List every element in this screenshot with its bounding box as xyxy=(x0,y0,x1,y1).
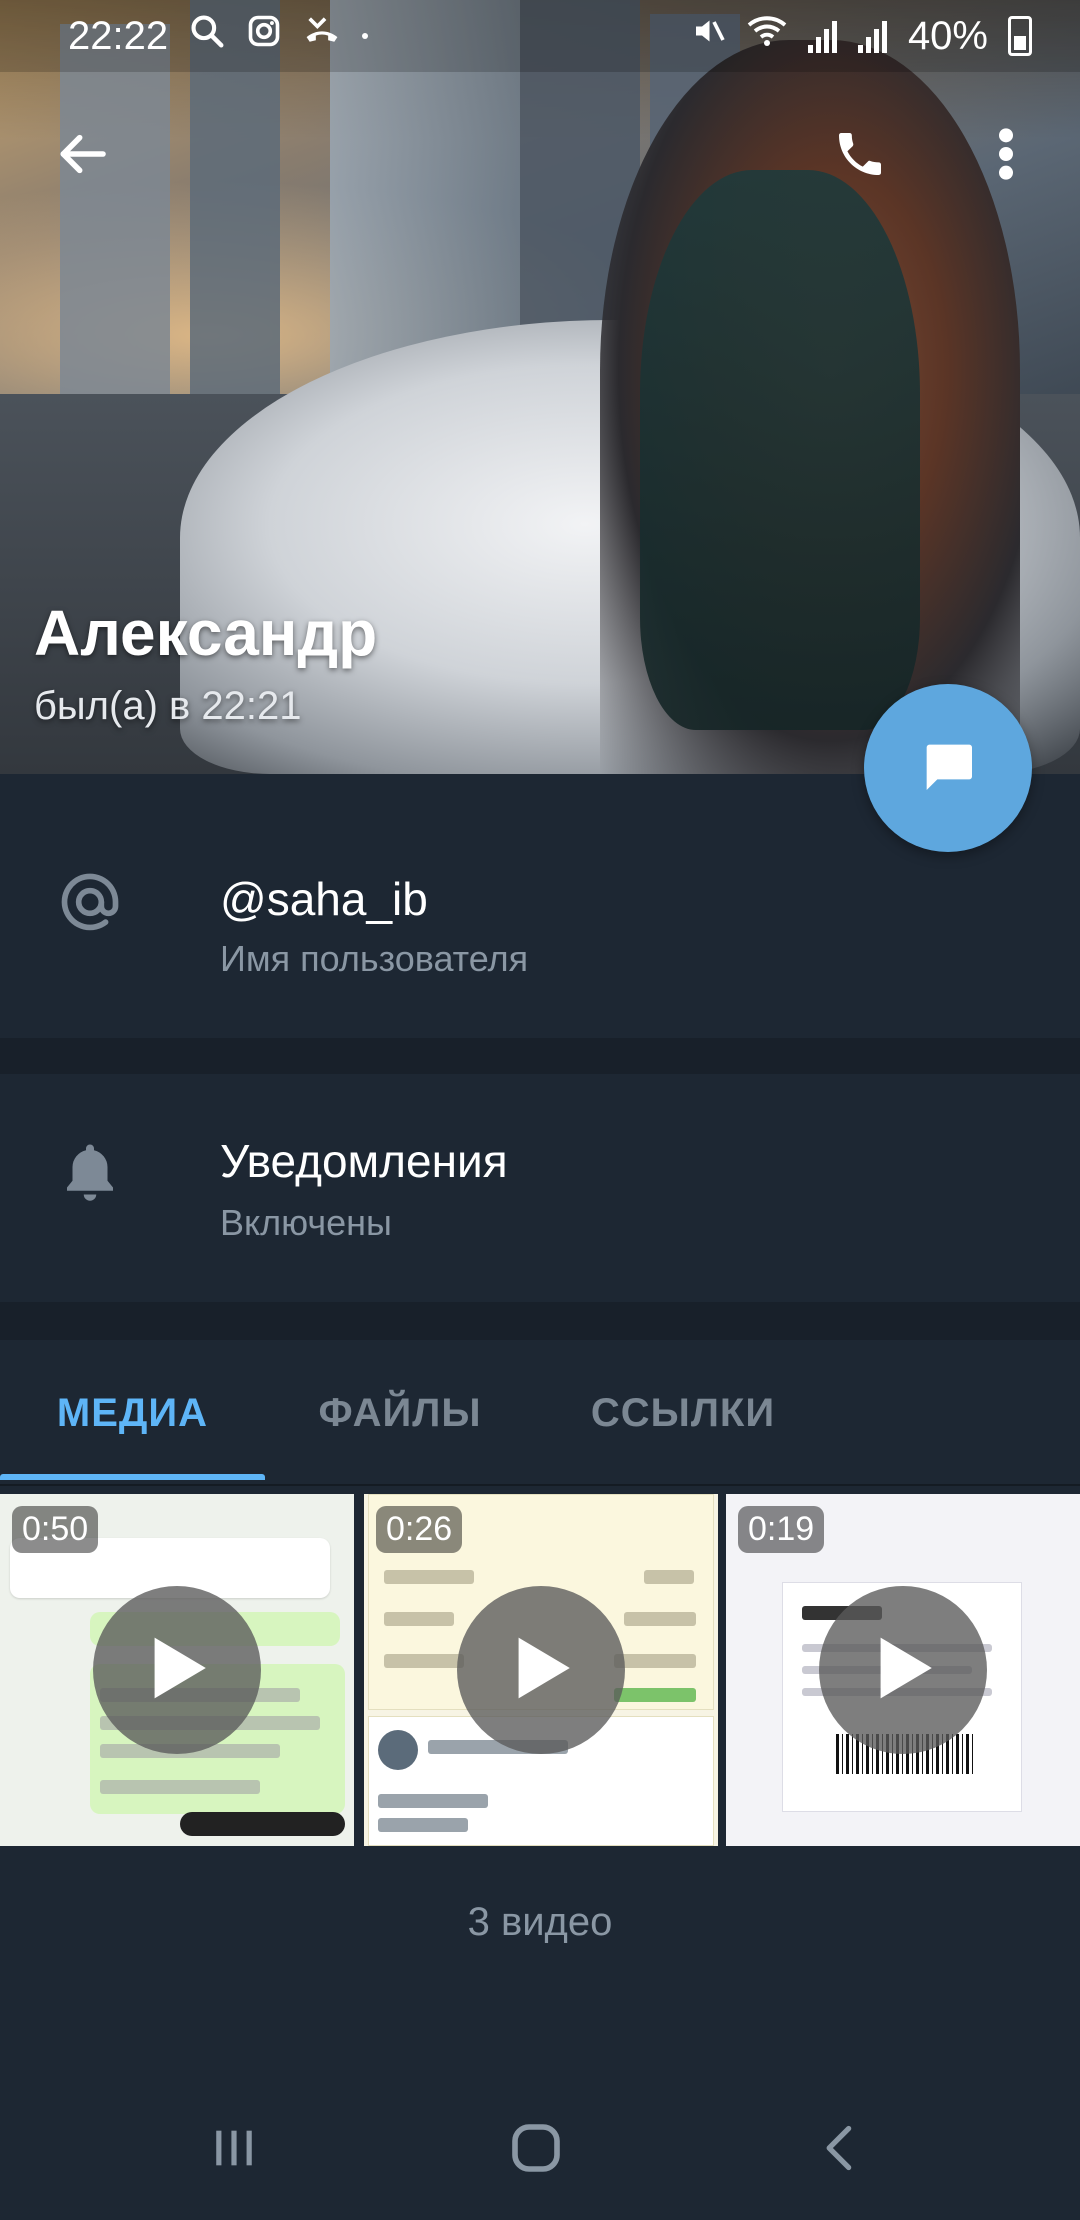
video-duration: 0:26 xyxy=(376,1506,463,1553)
thumbnail-text-line xyxy=(378,1818,468,1832)
cover-building xyxy=(60,24,170,444)
battery-percent: 40% xyxy=(907,13,988,58)
system-navigation-bar xyxy=(0,2080,1080,2220)
home-icon xyxy=(508,2120,564,2181)
media-video-thumbnail[interactable]: 0:26 xyxy=(364,1494,718,1846)
media-grid: 0:50 0:26 0:19 xyxy=(0,1494,1080,1846)
section-divider xyxy=(0,1302,1080,1340)
active-tab-indicator xyxy=(0,1474,265,1480)
thumbnail-text-line xyxy=(384,1570,474,1584)
notifications-value: Уведомления xyxy=(220,1135,508,1187)
notification-dot-icon xyxy=(362,33,369,39)
notifications-status: Включены xyxy=(220,1202,392,1243)
status-bar-right: 40% xyxy=(690,13,1032,59)
status-bar: 22:22 40% xyxy=(0,0,1080,72)
mute-icon xyxy=(690,13,726,59)
notifications-row[interactable]: Уведомления Включены xyxy=(0,1074,1080,1302)
username-label: Имя пользователя xyxy=(220,938,529,979)
thumbnail-text-line xyxy=(614,1688,696,1702)
message-icon xyxy=(916,734,980,803)
search-icon xyxy=(188,12,226,60)
signal-icon xyxy=(807,19,838,53)
recent-apps-button[interactable] xyxy=(194,2110,274,2190)
battery-icon xyxy=(1008,16,1032,56)
missed-call-icon xyxy=(302,12,342,60)
video-duration: 0:50 xyxy=(12,1506,99,1553)
send-message-button[interactable] xyxy=(864,684,1032,852)
thumbnail-text-line xyxy=(614,1654,696,1668)
cover-person-shirt xyxy=(640,170,920,730)
back-button[interactable] xyxy=(800,2110,880,2190)
chevron-left-icon xyxy=(814,2122,866,2179)
thumbnail-text-line xyxy=(624,1612,696,1626)
status-bar-left: 22:22 xyxy=(68,12,369,60)
bell-icon xyxy=(60,1138,120,1211)
signal-icon xyxy=(857,19,888,53)
thumbnail-text-line xyxy=(100,1780,260,1794)
home-button[interactable] xyxy=(496,2110,576,2190)
play-icon xyxy=(509,1632,573,1709)
thumbnail-text-line xyxy=(384,1654,464,1668)
more-vertical-icon[interactable] xyxy=(966,114,1046,194)
tab-files-label: ФАЙЛЫ xyxy=(318,1390,482,1435)
play-button[interactable] xyxy=(93,1586,261,1754)
status-time: 22:22 xyxy=(68,13,169,58)
thumbnail-avatar xyxy=(378,1730,418,1770)
play-button[interactable] xyxy=(457,1586,625,1754)
media-tabs: МЕДИА ФАЙЛЫ ССЫЛКИ xyxy=(0,1340,1080,1486)
tab-media-label: МЕДИА xyxy=(56,1390,209,1435)
video-duration: 0:19 xyxy=(738,1506,825,1553)
tab-media[interactable]: МЕДИА xyxy=(0,1340,265,1486)
wifi-icon xyxy=(746,13,788,59)
play-icon xyxy=(145,1632,209,1709)
tab-links[interactable]: ССЫЛКИ xyxy=(545,1340,821,1486)
profile-header: Александр был(а) в 22:21 xyxy=(34,596,377,729)
media-count: 3 видео xyxy=(467,1900,613,1944)
phone-icon[interactable] xyxy=(820,114,900,194)
thumbnail-audio-bar xyxy=(180,1812,345,1836)
profile-name: Александр xyxy=(34,597,378,669)
section-divider xyxy=(0,1038,1080,1074)
thumbnail-text-line xyxy=(644,1570,694,1584)
last-seen-status: был(а) в 22:21 xyxy=(34,684,302,728)
play-icon xyxy=(871,1632,935,1709)
thumbnail-text-line xyxy=(384,1612,454,1626)
media-video-thumbnail[interactable]: 0:50 xyxy=(0,1494,354,1846)
tab-files[interactable]: ФАЙЛЫ xyxy=(265,1340,535,1486)
recent-apps-icon xyxy=(208,2122,260,2179)
instagram-icon xyxy=(246,13,282,59)
thumbnail-text-line xyxy=(378,1794,488,1808)
play-button[interactable] xyxy=(819,1586,987,1754)
media-video-thumbnail[interactable]: 0:19 xyxy=(726,1494,1080,1846)
at-icon xyxy=(56,868,124,941)
tab-links-label: ССЫЛКИ xyxy=(590,1390,776,1435)
arrow-left-icon[interactable] xyxy=(42,114,122,194)
username-value: @saha_ib xyxy=(220,873,428,925)
